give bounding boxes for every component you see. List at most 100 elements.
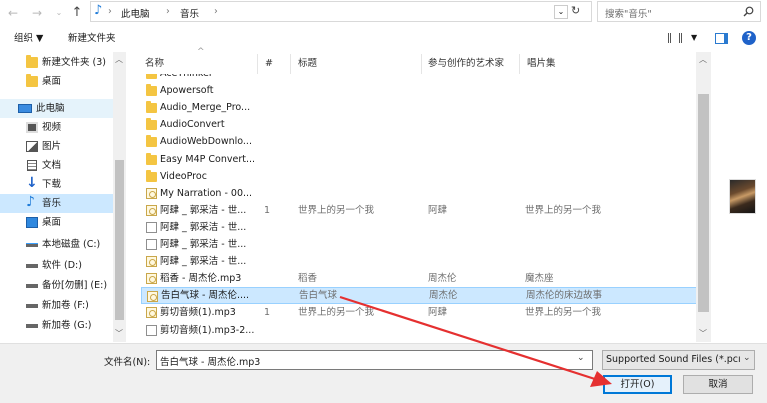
breadcrumb-separator-icon: › [166, 6, 170, 17]
file-row[interactable]: Easy M4P Convert... [141, 151, 709, 168]
column-divider [421, 54, 422, 74]
file-title: 告白气球 [299, 290, 338, 302]
recent-locations-icon[interactable]: ⌄ [52, 6, 66, 20]
filetype-select[interactable]: Supported Sound Files (*.pcı ⌄ [602, 350, 755, 370]
file-name: 阿肆 _ 郭采洁 - 世... [160, 239, 247, 250]
search-icon[interactable] [743, 6, 754, 17]
file-row[interactable]: 告白气球 - 周杰伦.... 告白气球 周杰伦 周杰伦的床边故事 [141, 287, 709, 305]
file-row[interactable]: VideoProc [141, 168, 709, 185]
document-icon [146, 324, 157, 336]
file-list-scroll-thumb[interactable] [698, 94, 709, 312]
file-name: 剪切音频(1).mp3 [160, 307, 236, 319]
file-row[interactable]: 阿肆 _ 郭采洁 - 世... 1 世界上的另一个我 阿肆 世界上的另一个我 [141, 202, 709, 219]
new-folder-button[interactable]: 新建文件夹 [68, 28, 116, 50]
organize-menu[interactable]: 组织 ▼ [14, 28, 43, 50]
column-header-artist[interactable]: 参与创作的艺术家 [428, 56, 504, 72]
file-name: 阿肆 _ 郭采洁 - 世... [160, 204, 247, 216]
view-options-icon[interactable] [668, 33, 682, 43]
breadcrumb-separator-icon: › [108, 6, 112, 17]
open-button[interactable]: 打开(O) [603, 375, 672, 394]
file-name: AudioConvert [160, 119, 225, 131]
audio-file-icon [146, 273, 157, 285]
file-name: AudioWebDownlo... [160, 136, 252, 148]
back-button[interactable]: ← [6, 6, 20, 20]
audio-file-icon [146, 256, 157, 268]
folder-icon [146, 101, 157, 114]
search-box[interactable]: 搜索"音乐" [597, 1, 761, 22]
document-icon [146, 221, 157, 233]
column-divider [257, 54, 258, 74]
file-artist: 周杰伦 [429, 290, 458, 302]
filetype-dropdown-icon[interactable]: ⌄ [743, 353, 751, 363]
music-icon: ♪ [94, 3, 103, 18]
file-list-scrollbar[interactable]: ︿ ﹀ [696, 52, 711, 342]
preview-album-art [729, 179, 756, 214]
audio-file-icon [146, 307, 157, 319]
address-dropdown-icon[interactable]: ⌄ [554, 5, 568, 19]
scroll-down-arrow-icon[interactable]: ﹀ [699, 328, 707, 339]
file-row[interactable]: Apowersoft [141, 82, 709, 99]
file-row[interactable]: 稻香 - 周杰伦.mp3 稻香 周杰伦 魔杰座 [141, 270, 709, 287]
search-input[interactable]: 搜索"音乐" [605, 6, 652, 20]
file-title: 世界上的另一个我 [298, 307, 375, 319]
file-album: 世界上的另一个我 [525, 204, 602, 216]
scroll-up-arrow-icon[interactable]: ︿ [115, 54, 123, 65]
column-divider [290, 54, 291, 74]
column-header-album[interactable]: 唱片集 [527, 56, 556, 72]
filename-label: 文件名(N): [104, 357, 151, 368]
file-name: 稻香 - 周杰伦.mp3 [160, 273, 242, 285]
column-header-number[interactable]: # [265, 56, 273, 72]
file-row[interactable]: 阿肆 _ 郭采洁 - 世... [141, 236, 709, 253]
file-artist: 周杰伦 [428, 273, 457, 285]
column-header-title[interactable]: 标题 [298, 56, 317, 72]
folder-icon [146, 169, 157, 182]
audio-file-icon [146, 204, 157, 216]
view-dropdown-icon[interactable]: ▼ [691, 33, 697, 42]
file-name: 阿肆 _ 郭采洁 - 世... [160, 221, 247, 233]
file-title: 稻香 [298, 273, 318, 285]
file-row[interactable]: 剪切音频(1).mp3-2... [141, 322, 709, 339]
file-name: Easy M4P Convert... [160, 153, 256, 165]
file-number: 1 [264, 307, 271, 319]
audio-file-icon [146, 187, 157, 199]
document-icon [146, 239, 157, 250]
audio-file-icon [147, 291, 158, 303]
help-icon[interactable]: ? [742, 31, 756, 45]
file-name: Apowersoft [160, 85, 214, 97]
column-divider [519, 54, 520, 74]
file-row[interactable]: My Narration - 00... [141, 185, 709, 202]
file-row[interactable]: 剪切音频(1).mp3 1 世界上的另一个我 阿肆 世界上的另一个我 [141, 304, 709, 321]
up-button[interactable]: ↑ [70, 6, 84, 20]
filename-input[interactable]: 告白气球 - 周杰伦.mp3 [160, 354, 260, 368]
file-album: 魔杰座 [525, 273, 554, 285]
file-number: 1 [264, 204, 271, 216]
file-title: 世界上的另一个我 [298, 204, 375, 216]
preview-pane-icon[interactable] [715, 33, 728, 44]
sidebar-item-new-folder-3[interactable]: 新建文件夹 (3) [0, 53, 125, 72]
file-name: My Narration - 00... [160, 187, 253, 199]
folder-icon [146, 84, 157, 97]
file-row[interactable]: 阿肆 _ 郭采洁 - 世... [141, 219, 709, 236]
scroll-up-arrow-icon[interactable]: ︿ [699, 54, 707, 65]
breadcrumb-separator-icon: › [214, 6, 218, 17]
breadcrumb-this-pc[interactable]: 此电脑 [121, 6, 150, 20]
filename-dropdown-icon[interactable]: ⌄ [577, 353, 585, 363]
forward-button[interactable]: → [30, 6, 44, 20]
file-row[interactable]: AudioConvert [141, 116, 709, 133]
refresh-icon[interactable]: ↻ [571, 4, 580, 17]
file-row[interactable]: AudioWebDownlo... [141, 133, 709, 150]
filetype-value: Supported Sound Files (*.pcı [606, 354, 741, 365]
file-row[interactable]: Audio_Merge_Pro... [141, 99, 709, 116]
cancel-button[interactable]: 取消 [683, 375, 753, 394]
filename-field[interactable]: 告白气球 - 周杰伦.mp3 ⌄ [156, 350, 593, 370]
file-name: VideoProc [160, 170, 207, 182]
folder-icon [146, 118, 157, 131]
file-row[interactable]: 阿肆 _ 郭采洁 - 世... [141, 253, 709, 270]
file-name: Audio_Merge_Pro... [160, 102, 251, 114]
file-album: 世界上的另一个我 [525, 307, 602, 319]
column-header-name[interactable]: 名称 [145, 56, 164, 72]
file-row[interactable]: AceThinker [141, 74, 709, 82]
folder-icon [146, 152, 157, 165]
address-bar[interactable]: ♪ › 此电脑 › 音乐 › ⌄ ↻ [90, 1, 592, 22]
breadcrumb-music[interactable]: 音乐 [180, 6, 199, 20]
